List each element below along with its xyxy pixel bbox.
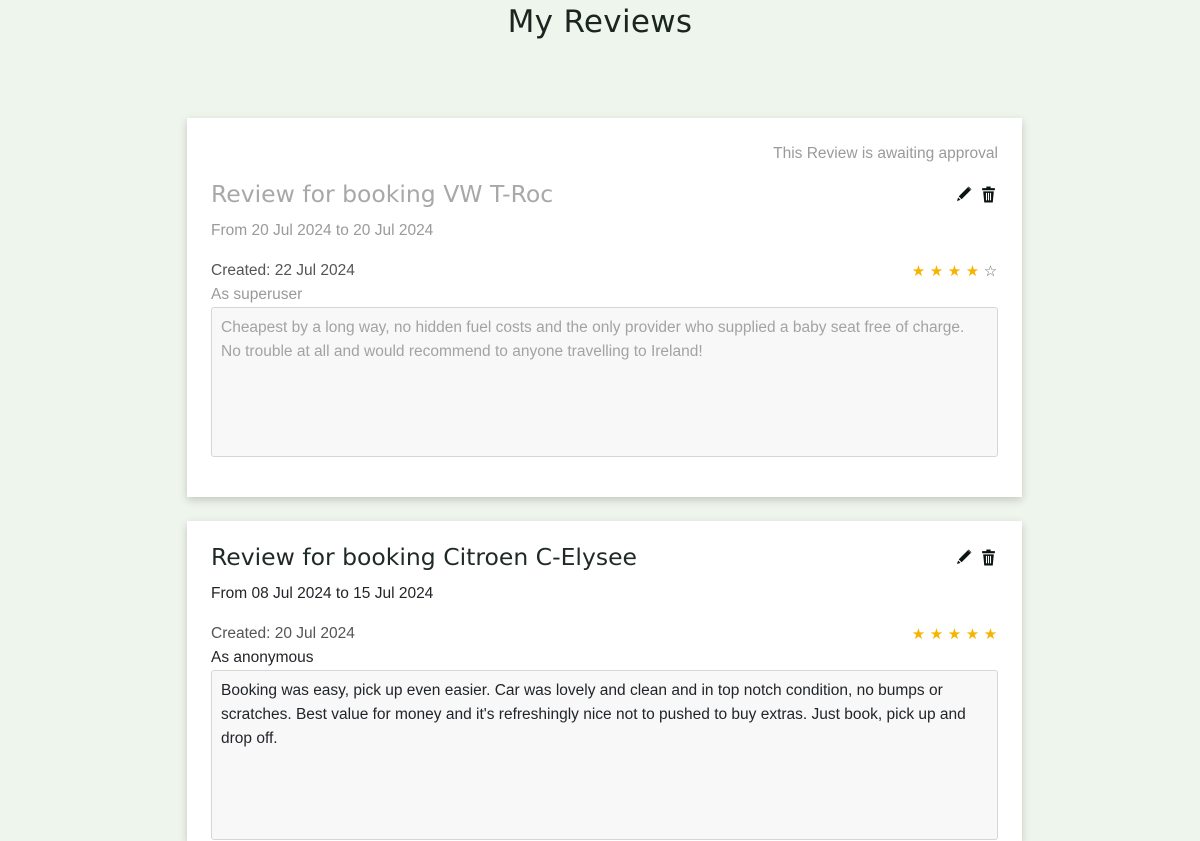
review-author: As superuser <box>211 286 303 303</box>
page-title: My Reviews <box>507 4 693 40</box>
pencil-icon[interactable] <box>954 185 973 204</box>
star-filled-icon: ★ <box>965 625 980 643</box>
review-title: Review for booking VW T-Roc <box>211 180 554 208</box>
star-filled-icon: ★ <box>965 262 980 280</box>
review-card: This Review is awaiting approval Review … <box>187 118 1022 497</box>
created-date: Created: 22 Jul 2024 <box>211 262 355 279</box>
pencil-icon[interactable] <box>954 548 973 567</box>
review-actions <box>954 185 998 204</box>
review-card: Review for booking Citroen C-Elysee From… <box>187 521 1022 841</box>
review-actions <box>954 548 998 567</box>
star-filled-icon: ★ <box>983 625 998 643</box>
star-filled-icon: ★ <box>947 625 962 643</box>
star-rating: ★ ★ ★ ★ ☆ <box>911 264 998 279</box>
trash-icon[interactable] <box>979 185 998 204</box>
star-empty-icon: ☆ <box>983 262 998 280</box>
star-filled-icon: ★ <box>929 625 944 643</box>
star-filled-icon: ★ <box>911 262 926 280</box>
review-title: Review for booking Citroen C-Elysee <box>211 543 638 571</box>
star-rating: ★ ★ ★ ★ ★ <box>911 627 998 642</box>
trash-icon[interactable] <box>979 548 998 567</box>
approval-status-text: This Review is awaiting approval <box>773 145 998 162</box>
review-text: Booking was easy, pick up even easier. C… <box>211 670 998 840</box>
star-filled-icon: ★ <box>947 262 962 280</box>
review-text: Cheapest by a long way, no hidden fuel c… <box>211 307 998 457</box>
star-filled-icon: ★ <box>911 625 926 643</box>
review-author: As anonymous <box>211 649 314 666</box>
created-date: Created: 20 Jul 2024 <box>211 625 355 642</box>
star-filled-icon: ★ <box>929 262 944 280</box>
booking-dates: From 20 Jul 2024 to 20 Jul 2024 <box>211 222 434 239</box>
booking-dates: From 08 Jul 2024 to 15 Jul 2024 <box>211 585 434 602</box>
